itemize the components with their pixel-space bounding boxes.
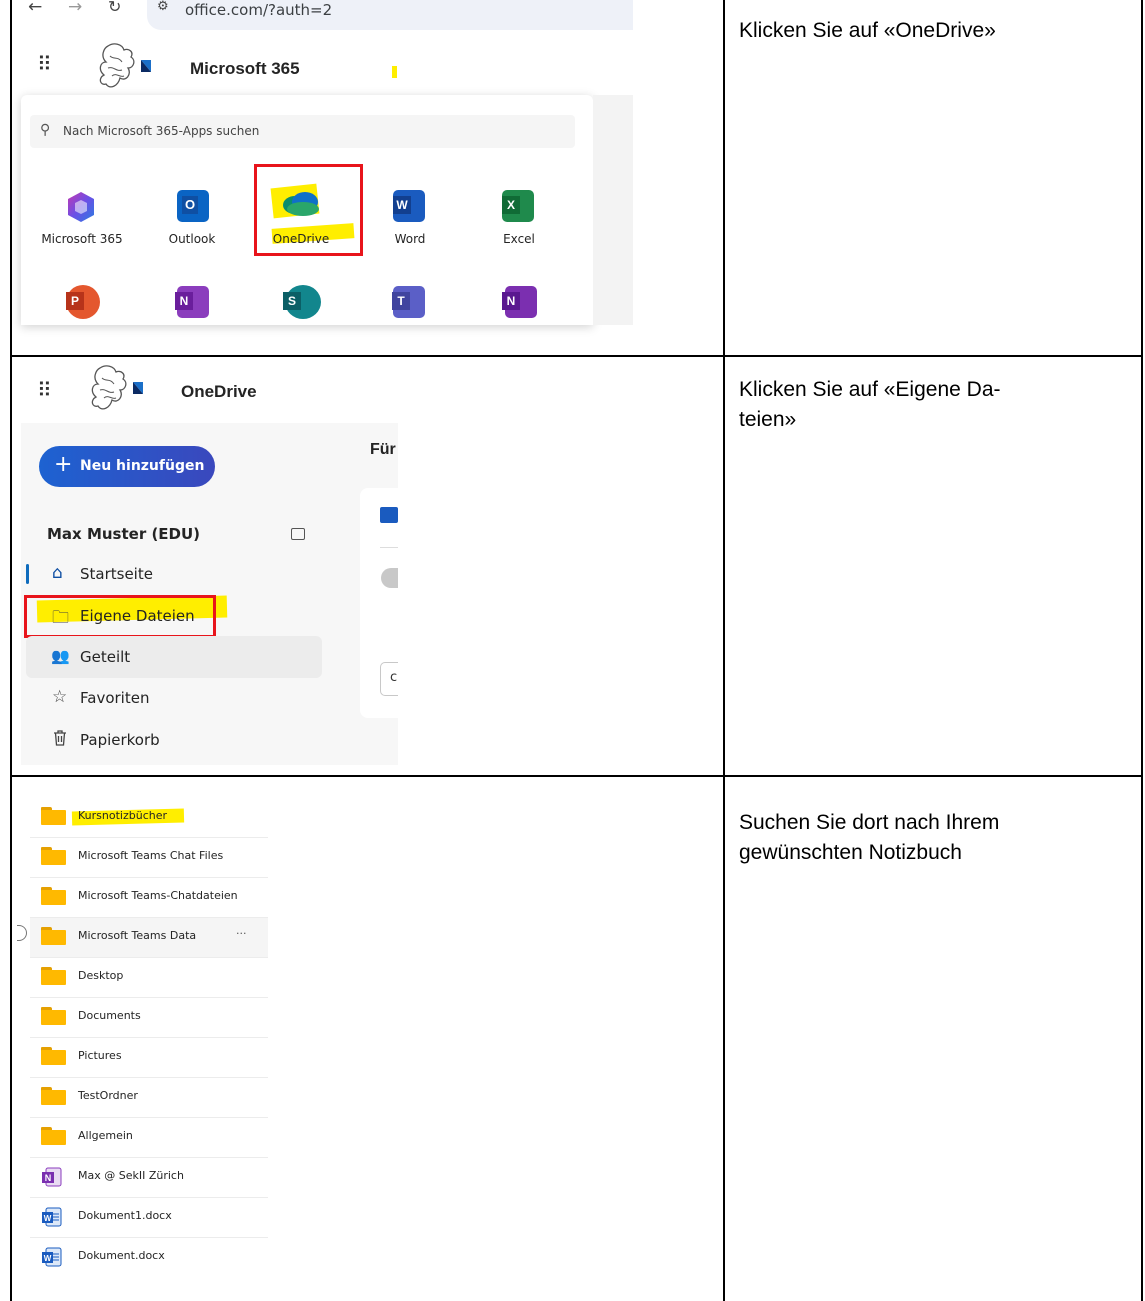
app-title: Microsoft 365: [190, 59, 300, 78]
file-row[interactable]: W Dokument1.docx: [30, 1198, 268, 1238]
red-frame-eigene-dateien: [24, 595, 216, 638]
file-name: TestOrdner: [78, 1089, 138, 1102]
red-frame-onedrive: [254, 164, 363, 256]
svg-text:N: N: [45, 1173, 52, 1183]
app-label-outlook: Outlook: [168, 232, 216, 246]
file-name: Microsoft Teams-Chatdateien: [78, 889, 238, 902]
divider: [380, 547, 398, 548]
file-name: Kursnotizbücher: [78, 809, 167, 822]
partial-input-text: c: [390, 670, 398, 685]
app-label-excel: Excel: [503, 232, 535, 246]
main-heading-partial: Für: [370, 441, 396, 458]
instruction-step-1: Klicken Sie auf «OneDrive»: [739, 19, 996, 42]
folder-icon: [41, 1007, 66, 1025]
file-name: Documents: [78, 1009, 141, 1022]
back-arrow-icon[interactable]: ←: [28, 0, 42, 17]
file-name: Microsoft Teams Chat Files: [78, 849, 224, 862]
svg-text:W: W: [44, 1254, 52, 1263]
instruction-step-2: Klicken Sie auf «Eigene Da- teien»: [739, 378, 1001, 431]
file-row[interactable]: Microsoft Teams-Chatdateien: [30, 878, 268, 918]
word-file-icon: W: [42, 1247, 62, 1267]
nav-item-papierkorb[interactable]: Papierkorb: [80, 731, 160, 749]
forward-arrow-icon[interactable]: →: [68, 0, 82, 17]
user-name: Max Muster (EDU): [47, 525, 201, 543]
avatar: [381, 568, 398, 588]
active-indicator: [26, 564, 29, 584]
file-row[interactable]: Allgemein: [30, 1118, 268, 1158]
word-file-icon: [380, 507, 398, 523]
row-select-circle-icon[interactable]: [17, 925, 27, 941]
table-border-mid: [723, 0, 725, 1301]
folder-icon: [41, 1087, 66, 1105]
file-row[interactable]: TestOrdner: [30, 1078, 268, 1118]
file-name: Max @ SekII Zürich: [78, 1169, 184, 1182]
url-text: office.com/?auth=2: [185, 1, 333, 19]
site-settings-icon[interactable]: ⚙: [157, 0, 169, 14]
onenote-icon: N: [42, 1167, 62, 1187]
table-border-right: [1141, 0, 1143, 1301]
file-row[interactable]: Pictures: [30, 1038, 268, 1078]
microsoft-365-icon[interactable]: [64, 190, 98, 224]
app-launcher-icon[interactable]: ⠿: [37, 378, 52, 402]
search-placeholder: Nach Microsoft 365-Apps suchen: [63, 124, 260, 138]
search-icon: ⚲: [40, 122, 51, 138]
collapse-pane-icon[interactable]: [291, 528, 305, 540]
folder-icon: [41, 887, 66, 905]
file-row[interactable]: Documents: [30, 998, 268, 1038]
nav-item-favoriten[interactable]: Favoriten: [80, 689, 149, 707]
word-letter: W: [393, 196, 411, 214]
file-row[interactable]: Kursnotizbücher: [30, 798, 268, 838]
svg-text:W: W: [44, 1214, 52, 1223]
word-file-icon: W: [42, 1207, 62, 1227]
folder-icon: [41, 967, 66, 985]
file-row[interactable]: Desktop: [30, 958, 268, 998]
class-notebook-letter: N: [502, 292, 520, 310]
powerpoint-letter: P: [66, 292, 84, 310]
new-button-label: Neu hinzufügen: [80, 458, 205, 474]
file-name: Allgemein: [78, 1129, 133, 1142]
table-border-left: [10, 0, 12, 1301]
star-icon: ☆: [52, 687, 68, 707]
reload-icon[interactable]: ↻: [108, 0, 121, 16]
folder-icon: [41, 847, 66, 865]
folder-icon: [41, 1047, 66, 1065]
outlook-letter: O: [182, 196, 198, 214]
hover-row-bg: [26, 636, 322, 678]
nav-item-startseite[interactable]: Startseite: [80, 565, 153, 583]
file-name: Pictures: [78, 1049, 122, 1062]
file-name: Desktop: [78, 969, 124, 982]
file-row[interactable]: N Max @ SekII Zürich: [30, 1158, 268, 1198]
app-title: OneDrive: [181, 382, 257, 401]
file-row-hovered[interactable]: Microsoft Teams Data ···: [30, 918, 268, 958]
table-row-divider-2: [10, 775, 1143, 777]
file-row[interactable]: Microsoft Teams Chat Files: [30, 838, 268, 878]
highlight-mark: [392, 66, 397, 78]
home-icon: ⌂: [52, 563, 63, 583]
folder-icon: [41, 807, 66, 825]
teams-letter: T: [392, 292, 410, 310]
table-row-divider-1: [10, 355, 1143, 357]
plus-icon: +: [54, 452, 73, 477]
sharepoint-letter: S: [283, 292, 301, 310]
shared-icon: 👥: [51, 647, 70, 665]
trash-icon: [54, 730, 66, 746]
instruction-step-3: Suchen Sie dort nach Ihrem gewünschten N…: [739, 811, 1000, 864]
app-label-microsoft-365: Microsoft 365: [41, 232, 123, 246]
folder-icon: [41, 1127, 66, 1145]
file-name: Dokument1.docx: [78, 1209, 172, 1222]
onenote-letter: N: [175, 292, 193, 310]
logo-icon: [99, 43, 151, 88]
app-launcher-icon[interactable]: ⠿: [37, 52, 52, 76]
app-label-word: Word: [394, 232, 426, 246]
file-name: Microsoft Teams Data: [78, 929, 197, 942]
more-options-icon[interactable]: ···: [236, 927, 247, 940]
excel-letter: X: [502, 196, 520, 214]
file-row[interactable]: W Dokument.docx: [30, 1238, 268, 1277]
logo-icon: [91, 365, 143, 410]
nav-item-geteilt[interactable]: Geteilt: [80, 648, 130, 666]
page-background: [593, 95, 633, 325]
folder-icon: [41, 927, 66, 945]
file-name: Dokument.docx: [78, 1249, 165, 1262]
